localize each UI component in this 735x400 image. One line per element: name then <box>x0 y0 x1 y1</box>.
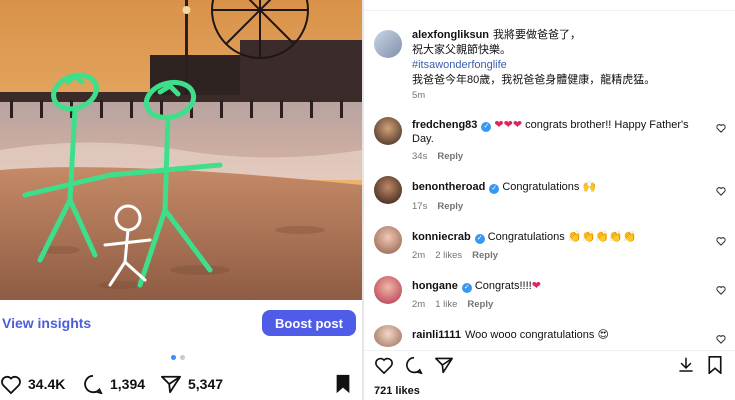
comment-username[interactable]: hongane <box>412 280 458 292</box>
comment-avatar[interactable] <box>374 276 402 304</box>
comments-action-bar <box>364 350 735 377</box>
comment-emoji: 👏👏👏👏👏 <box>567 231 637 243</box>
view-insights-link[interactable]: View insights <box>2 315 91 331</box>
boost-post-button[interactable]: Boost post <box>262 310 356 336</box>
comment-5: rainli1111 Woo wooo congratulations 😍 <box>412 328 702 342</box>
post-timestamp: 5m <box>412 90 426 101</box>
save-action[interactable] <box>334 374 352 394</box>
comment-4: hongane ✓ Congrats!!!!❤ <box>412 279 702 293</box>
post-caption: alexfongliksun 我將要做爸爸了， 祝大家父親節快樂。 #itsawo… <box>412 28 712 88</box>
likes-count: 34.4K <box>28 376 66 392</box>
comment-likes[interactable]: 2 likes <box>435 250 462 261</box>
comment-username[interactable]: fredcheng83 <box>412 119 477 131</box>
comment-like-icon[interactable] <box>716 334 726 344</box>
caption-line-2: 祝大家父親節快樂。 <box>412 44 511 56</box>
comment-like-icon[interactable] <box>716 186 726 196</box>
download-icon[interactable] <box>677 356 695 374</box>
comment-icon[interactable] <box>404 356 424 374</box>
comment-emoji: 😍 <box>597 329 609 341</box>
comment-like-icon[interactable] <box>716 236 726 246</box>
comment-avatar[interactable] <box>374 117 402 145</box>
comment-avatar[interactable] <box>374 325 402 347</box>
comment-username[interactable]: rainli1111 <box>412 329 461 341</box>
carousel-dot-active <box>171 355 176 360</box>
heart-icon[interactable] <box>374 356 394 374</box>
comment-time: 2m <box>412 299 426 310</box>
comment-time: 17s <box>412 201 428 212</box>
author-username[interactable]: alexfongliksun <box>412 29 489 41</box>
caption-line-1: 我將要做爸爸了， <box>493 29 582 41</box>
top-border <box>364 0 735 11</box>
comment-body: Woo wooo congratulations <box>464 329 595 341</box>
comments-count: 1,394 <box>110 376 146 392</box>
comment-action[interactable]: 1,394 <box>82 374 145 394</box>
send-icon[interactable] <box>434 356 454 374</box>
verified-badge-icon: ✓ <box>489 184 500 194</box>
verified-badge-icon: ✓ <box>461 283 472 293</box>
comment-avatar[interactable] <box>374 226 402 254</box>
comment-meta: 34s Reply <box>412 151 473 162</box>
send-icon <box>161 375 181 394</box>
shares-count: 5,347 <box>188 376 224 392</box>
comment-like-icon[interactable] <box>716 285 726 295</box>
comment-emoji: 🙌 <box>582 181 597 193</box>
post-time: 5m <box>412 90 435 101</box>
caption-line-3: 我爸爸今年80歲，我祝爸爸身體健康，龍精虎猛。 <box>412 74 656 86</box>
comment-body: Congratulations <box>502 181 580 193</box>
comment-username[interactable]: benontheroad <box>412 181 485 193</box>
post-media-panel: View insights Boost post 34.4K 1,394 5,3… <box>0 0 362 400</box>
bookmark-icon[interactable] <box>707 356 723 374</box>
like-action[interactable]: 34.4K <box>0 374 65 394</box>
share-action[interactable]: 5,347 <box>160 374 223 394</box>
bookmark-icon <box>336 374 350 394</box>
comment-icon <box>84 374 103 394</box>
author-avatar[interactable] <box>374 30 402 58</box>
post-likes-count[interactable]: 721 likes <box>374 385 420 397</box>
verified-badge-icon: ✓ <box>481 122 492 132</box>
reply-button[interactable]: Reply <box>467 299 493 310</box>
beach-sunset-image <box>0 0 362 300</box>
carousel-dot <box>180 355 185 360</box>
comment-like-icon[interactable] <box>716 123 726 133</box>
post-action-bar: 34.4K 1,394 5,347 <box>0 368 362 400</box>
comment-3: konniecrab ✓ Congratulations 👏👏👏👏👏 <box>412 230 702 244</box>
reply-button[interactable]: Reply <box>437 201 463 212</box>
comment-username[interactable]: konniecrab <box>412 231 471 243</box>
comment-meta: 2m 1 like Reply <box>412 299 503 310</box>
comment-time: 34s <box>412 151 428 162</box>
carousel-indicator <box>171 355 185 360</box>
post-photo[interactable] <box>0 0 362 300</box>
comment-time: 2m <box>412 250 426 261</box>
reply-button[interactable]: Reply <box>472 250 498 261</box>
comment-1: fredcheng83 ✓ ❤❤❤ congrats brother!! Happy… <box>412 118 702 146</box>
comment-body: Congratulations <box>487 231 565 243</box>
comment-meta: 2m 2 likes Reply <box>412 250 508 261</box>
heart-icon <box>1 375 21 394</box>
comment-emoji: ❤ <box>531 280 541 292</box>
caption-hashtag[interactable]: #itsawonderfonglife <box>412 59 507 71</box>
comment-body: Congrats!!!! <box>474 280 532 292</box>
comment-meta: 17s Reply <box>412 201 473 212</box>
comment-avatar[interactable] <box>374 176 402 204</box>
comment-likes[interactable]: 1 like <box>435 299 457 310</box>
reply-button[interactable]: Reply <box>437 151 463 162</box>
comments-panel: alexfongliksun 我將要做爸爸了， 祝大家父親節快樂。 #itsawo… <box>364 0 735 400</box>
comment-2: benontheroad ✓ Congratulations 🙌 <box>412 180 702 194</box>
verified-badge-icon: ✓ <box>474 234 485 244</box>
comment-emoji: ❤❤❤ <box>494 119 523 131</box>
